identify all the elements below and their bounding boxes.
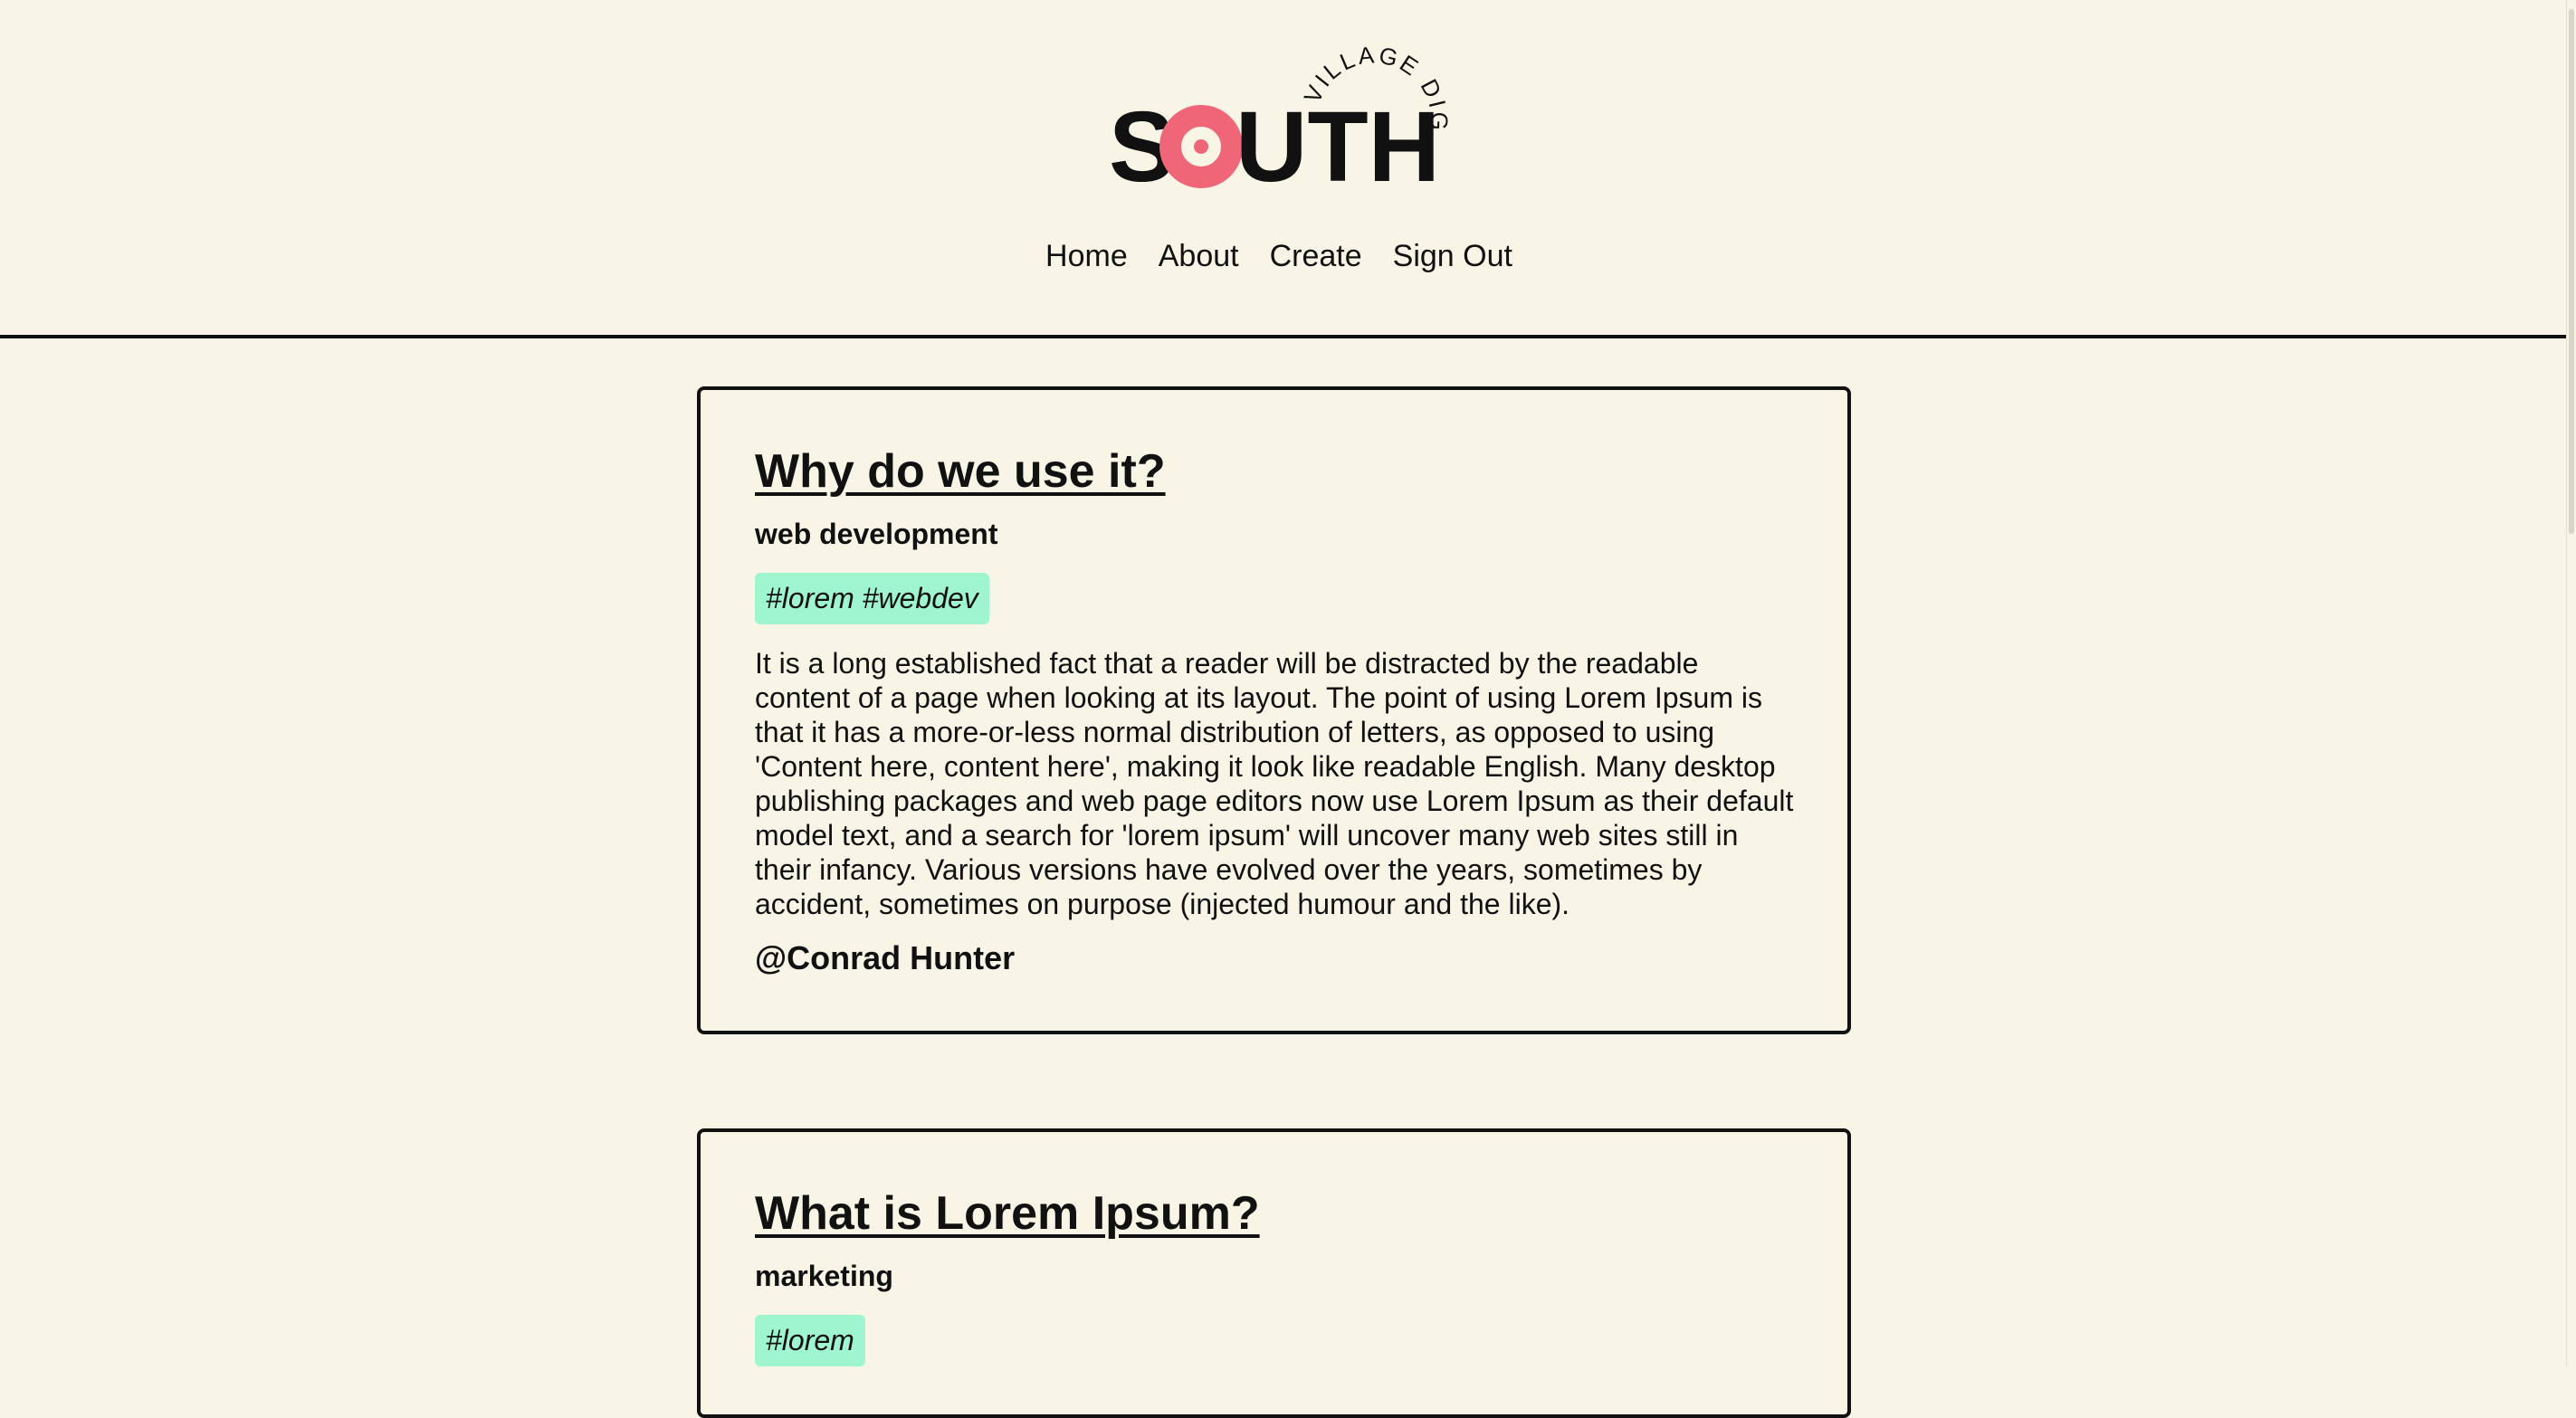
south-village-digital-logo[interactable]: S UTH VILLAGE DIGITAL xyxy=(1109,45,1453,199)
site-header: S UTH VILLAGE DIGITAL Home About Create … xyxy=(0,0,2567,339)
post-category: web development xyxy=(755,518,998,551)
nav-about-link[interactable]: About xyxy=(1159,239,1239,274)
post-tags-badge: #lorem xyxy=(755,1315,865,1367)
post-card: Why do we use it? web development #lorem… xyxy=(697,386,1851,1034)
logo-letters-uth: UTH xyxy=(1236,91,1440,199)
post-author: @Conrad Hunter xyxy=(755,939,1016,977)
post-card: What is Lorem Ipsum? marketing #lorem xyxy=(697,1128,1851,1418)
post-title-link[interactable]: What is Lorem Ipsum? xyxy=(755,1187,1793,1240)
header-divider xyxy=(0,335,2567,338)
post-category: marketing xyxy=(755,1260,893,1293)
nav-create-link[interactable]: Create xyxy=(1270,239,1362,274)
scrollbar-thumb[interactable] xyxy=(2569,9,2574,534)
page-scrollbar[interactable] xyxy=(2566,0,2576,1366)
post-body: It is a long established fact that a rea… xyxy=(755,647,1794,921)
nav-sign-out-link[interactable]: Sign Out xyxy=(1393,239,1512,274)
nav-home-link[interactable]: Home xyxy=(1045,239,1128,274)
post-title-link[interactable]: Why do we use it? xyxy=(755,445,1793,498)
logo-o-dot xyxy=(1194,139,1208,154)
post-tags-badge: #lorem #webdev xyxy=(755,573,989,625)
main-nav: Home About Create Sign Out xyxy=(0,239,2558,274)
